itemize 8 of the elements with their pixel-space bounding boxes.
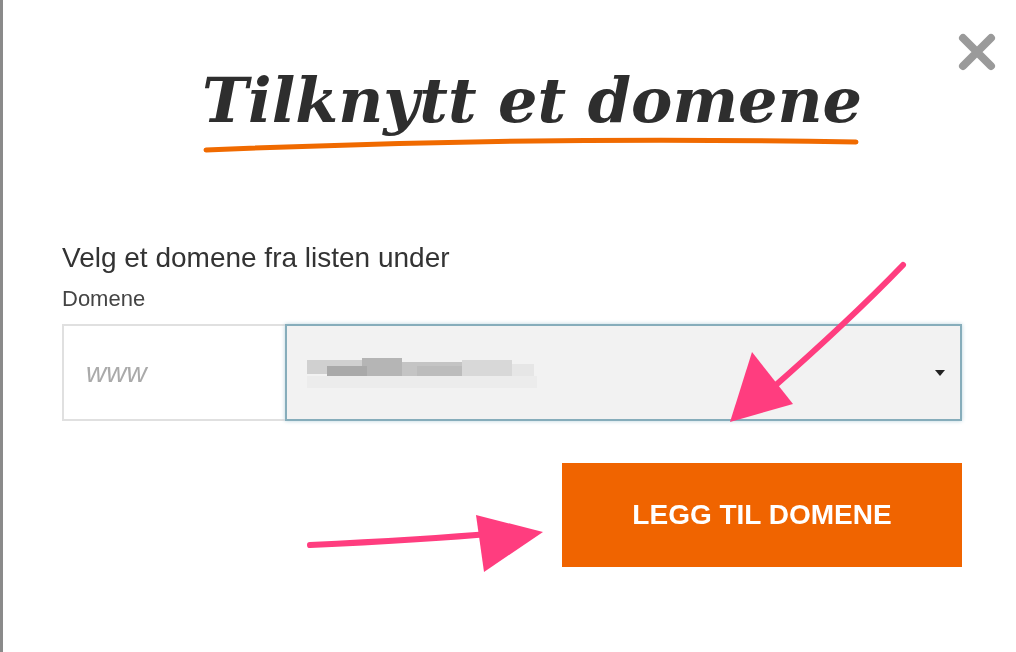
prefix-field[interactable]: www — [62, 324, 285, 422]
instruction-text: Velg et domene fra listen under — [62, 242, 451, 275]
caret-icon — [934, 368, 946, 377]
close-icon[interactable] — [957, 32, 997, 72]
dialog-title: Tilknytt et domene — [201, 64, 863, 139]
add-domain-button[interactable]: LEGG TIL DOMENE — [562, 463, 962, 568]
domain-dropdown[interactable] — [285, 324, 962, 422]
field-label: Domene — [62, 286, 147, 313]
